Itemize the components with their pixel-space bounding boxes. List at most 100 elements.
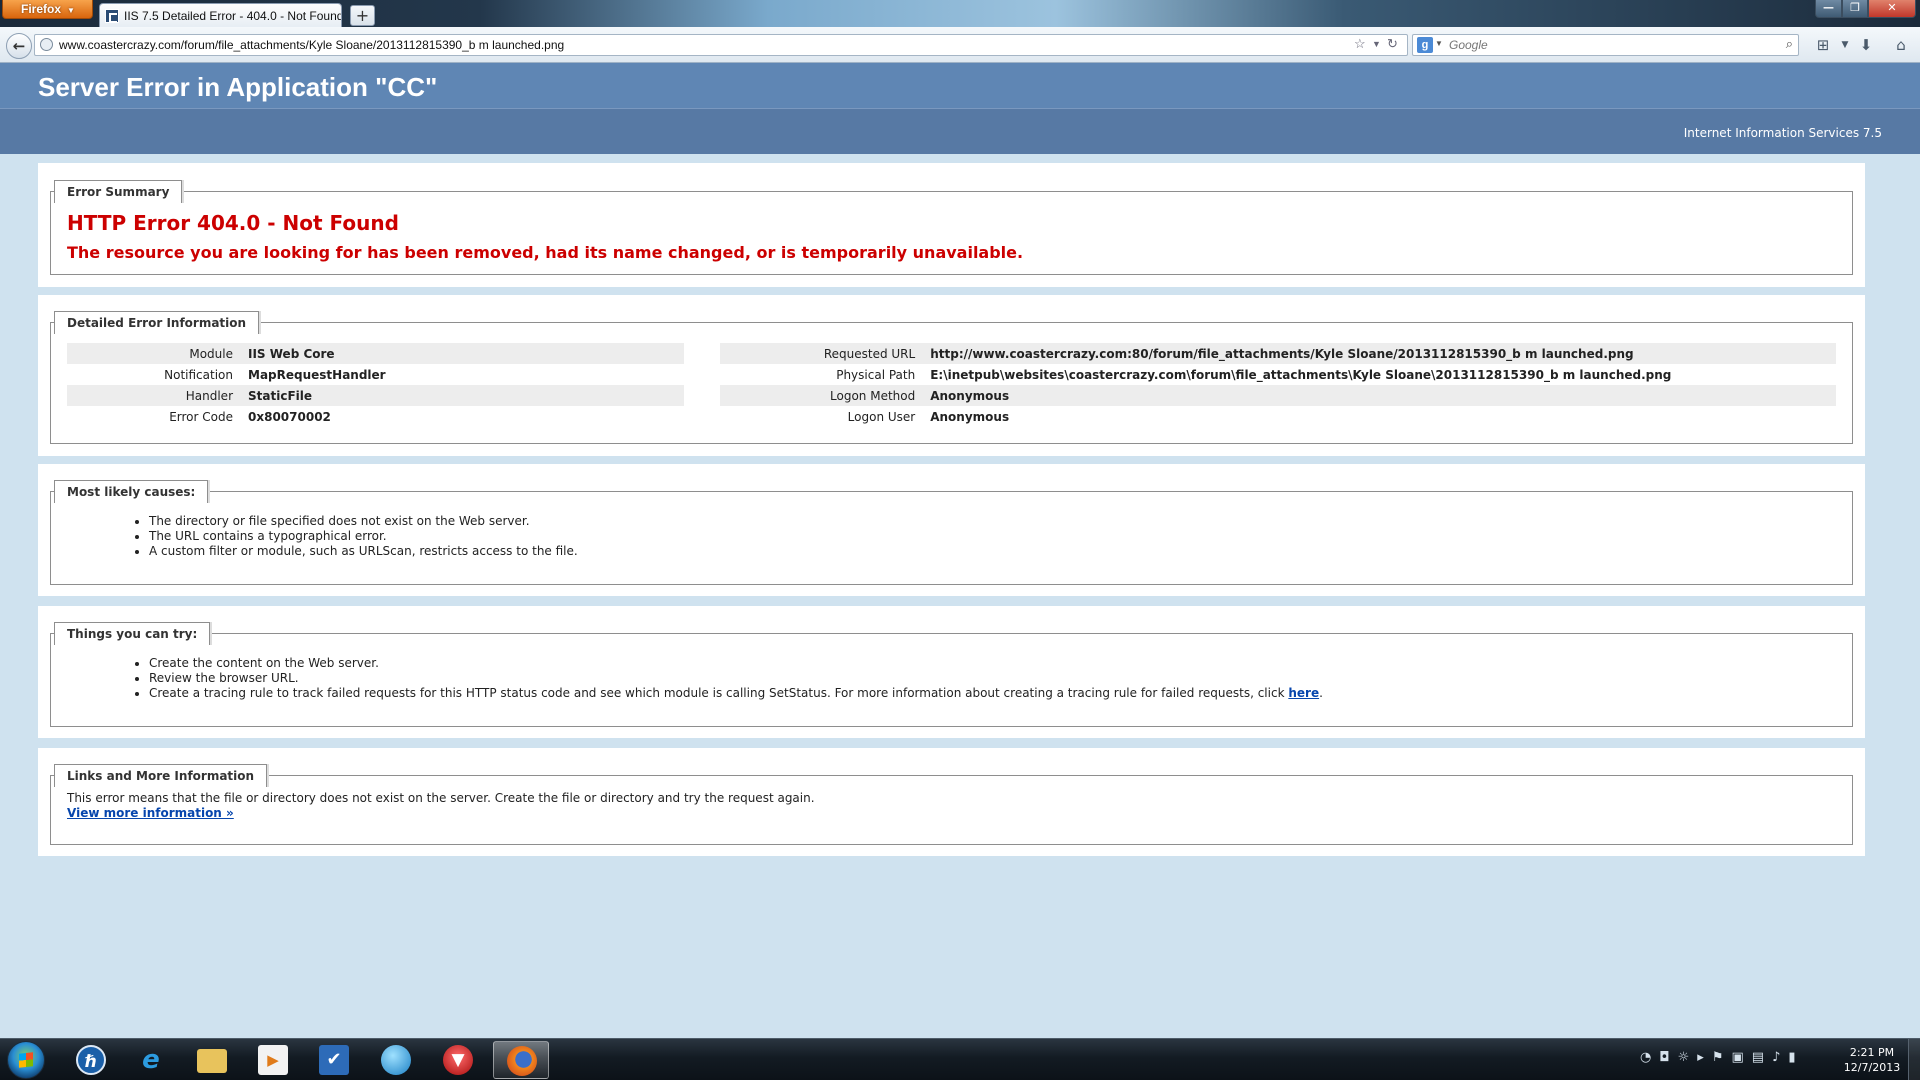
taskbar-app-task[interactable]: ✔	[306, 1041, 362, 1079]
detail-value: IIS Web Core	[248, 346, 335, 361]
error-summary-panel: Error Summary HTTP Error 404.0 - Not Fou…	[38, 163, 1865, 287]
taskbar-app-firefox[interactable]	[493, 1041, 549, 1079]
hp-icon: ℏ	[76, 1045, 106, 1075]
detail-label: Requested URL	[823, 346, 916, 361]
show-desktop-button[interactable]	[1908, 1039, 1920, 1080]
list-item: The directory or file specified does not…	[149, 514, 1836, 529]
file-explorer-icon	[197, 1049, 227, 1073]
minimize-icon: —	[1823, 1, 1834, 14]
tray-shield-icon[interactable]: ◘	[1659, 1050, 1677, 1065]
detail-row-notification: Notification MapRequestHandler	[67, 364, 684, 385]
search-placeholder: Google	[1449, 38, 1488, 52]
taskbar-app-file-explorer[interactable]	[184, 1041, 240, 1079]
firefox-icon	[507, 1046, 537, 1076]
tray-update-icon[interactable]: ▸	[1697, 1050, 1712, 1065]
detail-value: Anonymous	[930, 388, 1010, 403]
detailed-info-panel: Detailed Error Information Module IIS We…	[38, 295, 1865, 456]
detail-table-left: Module IIS Web Core Notification MapRequ…	[67, 343, 685, 427]
reload-icon[interactable]: ↻	[1387, 36, 1398, 52]
detail-label: Notification	[164, 367, 233, 382]
downloads-icon[interactable]: ⬇	[1855, 34, 1877, 56]
detail-row-physical-path: Physical Path E:\inetpub\websites\coaste…	[720, 364, 1836, 385]
minimize-button[interactable]: —	[1815, 0, 1842, 18]
task-app-icon: ✔	[319, 1045, 349, 1075]
error-heading: HTTP Error 404.0 - Not Found	[67, 211, 399, 235]
volume-icon[interactable]: ♪	[1772, 1050, 1788, 1065]
windows-taskbar: ℏ e ▶ ✔ ▼ ◔◘☼▸⚑▣▤♪▮ 2:21 PM 12/7/2013	[0, 1038, 1920, 1080]
bookmarks-menu-icon[interactable]: ⊞	[1812, 34, 1834, 56]
tray-steam-icon[interactable]: ☼	[1678, 1050, 1698, 1065]
detailed-info-fieldset: Detailed Error Information Module IIS We…	[50, 311, 1853, 444]
address-bar[interactable]: www.coastercrazy.com/forum/file_attachme…	[34, 34, 1408, 56]
media-player-icon: ▶	[258, 1045, 288, 1075]
detail-label: Logon User	[847, 409, 916, 424]
bookmark-star-icon[interactable]: ☆	[1354, 36, 1366, 52]
causes-panel: Most likely causes: The directory or fil…	[38, 464, 1865, 596]
detail-value: http://www.coastercrazy.com:80/forum/fil…	[930, 346, 1634, 361]
detail-value: MapRequestHandler	[248, 367, 386, 382]
taskbar-app-internet-explorer[interactable]: e	[123, 1041, 179, 1079]
start-button[interactable]	[7, 1041, 45, 1079]
home-icon[interactable]: ⌂	[1890, 34, 1912, 56]
close-button[interactable]: ✕	[1868, 0, 1916, 18]
detail-label: Error Code	[169, 409, 233, 424]
detail-value: E:\inetpub\websites\coastercrazy.com\for…	[930, 367, 1672, 382]
detail-value: StaticFile	[248, 388, 313, 403]
address-text: www.coastercrazy.com/forum/file_attachme…	[59, 38, 565, 52]
error-summary-legend: Error Summary	[54, 180, 183, 203]
tray-status-icon[interactable]: ◔	[1640, 1050, 1659, 1065]
detail-row-handler: Handler StaticFile	[67, 385, 685, 406]
action-center-flag-icon[interactable]: ⚑	[1712, 1050, 1732, 1065]
error-content: Error Summary HTTP Error 404.0 - Not Fou…	[38, 163, 1865, 866]
tracing-rule-link[interactable]: here	[1288, 686, 1319, 700]
view-more-info-link[interactable]: View more information »	[67, 806, 234, 820]
detail-row-module: Module IIS Web Core	[67, 343, 685, 364]
detail-label: Physical Path	[836, 367, 916, 382]
browser-title-bar: Firefox ▼ IIS 7.5 Detailed Error - 404.0 …	[0, 0, 1920, 28]
site-identity-icon[interactable]	[40, 38, 53, 51]
detail-row-error-code: Error Code 0x80070002	[67, 406, 684, 427]
detail-label: Logon Method	[830, 388, 916, 403]
detailed-info-legend: Detailed Error Information	[54, 311, 260, 334]
google-icon[interactable]: g	[1417, 37, 1433, 53]
causes-legend: Most likely causes:	[54, 480, 209, 503]
tray-app-icon[interactable]: ▤	[1752, 1050, 1772, 1065]
tab-iis-error[interactable]: IIS 7.5 Detailed Error - 404.0 - Not Fou…	[99, 3, 342, 28]
clock-time: 2:21 PM	[1849, 1046, 1895, 1059]
new-tab-button[interactable]: +	[350, 5, 375, 26]
search-engine-dropdown-icon[interactable]: ▼	[1435, 39, 1443, 48]
taskbar-app-hp[interactable]: ℏ	[63, 1041, 119, 1079]
links-panel: Links and More Information This error me…	[38, 748, 1865, 856]
back-button[interactable]: ←	[6, 33, 32, 59]
causes-fieldset: Most likely causes: The directory or fil…	[50, 480, 1853, 585]
maximize-button[interactable]: ❐	[1842, 0, 1868, 18]
detail-value: 0x80070002	[248, 409, 331, 424]
links-fieldset: Links and More Information This error me…	[50, 764, 1853, 845]
error-description: The resource you are looking for has bee…	[67, 243, 1024, 262]
tab-title: IIS 7.5 Detailed Error - 404.0 - Not Fou…	[124, 9, 342, 23]
taskbar-app-media-player[interactable]: ▶	[245, 1041, 301, 1079]
network-icon[interactable]: ▮	[1788, 1050, 1803, 1065]
links-description: This error means that the file or direct…	[67, 791, 815, 805]
firefox-menu-button[interactable]: Firefox ▼	[2, 0, 93, 19]
system-clock[interactable]: 2:21 PM 12/7/2013	[1832, 1045, 1912, 1075]
bookmarks-dropdown-icon[interactable]: ▼	[1834, 34, 1856, 56]
search-bar[interactable]: g ▼ Google ⌕	[1412, 34, 1799, 56]
list-item: Review the browser URL.	[149, 671, 1836, 686]
iis-favicon-icon	[105, 9, 119, 23]
history-dropdown-icon[interactable]: ▼	[1372, 39, 1381, 49]
system-tray[interactable]: ◔◘☼▸⚑▣▤♪▮	[1640, 1050, 1804, 1065]
internet-explorer-icon: e	[142, 1045, 160, 1075]
try-panel: Things you can try: Create the content o…	[38, 606, 1865, 738]
try-fieldset: Things you can try: Create the content o…	[50, 622, 1853, 727]
links-legend: Links and More Information	[54, 764, 268, 787]
list-item: A custom filter or module, such as URLSc…	[149, 544, 1836, 559]
red-app-icon: ▼	[443, 1045, 473, 1075]
detail-value: Anonymous	[930, 409, 1010, 424]
search-icon[interactable]: ⌕	[1786, 36, 1793, 52]
back-arrow-icon: ←	[12, 37, 26, 55]
plus-icon: +	[355, 6, 370, 25]
taskbar-app-red[interactable]: ▼	[430, 1041, 486, 1079]
taskbar-app-globe[interactable]	[368, 1041, 424, 1079]
tray-app-icon[interactable]: ▣	[1731, 1050, 1751, 1065]
